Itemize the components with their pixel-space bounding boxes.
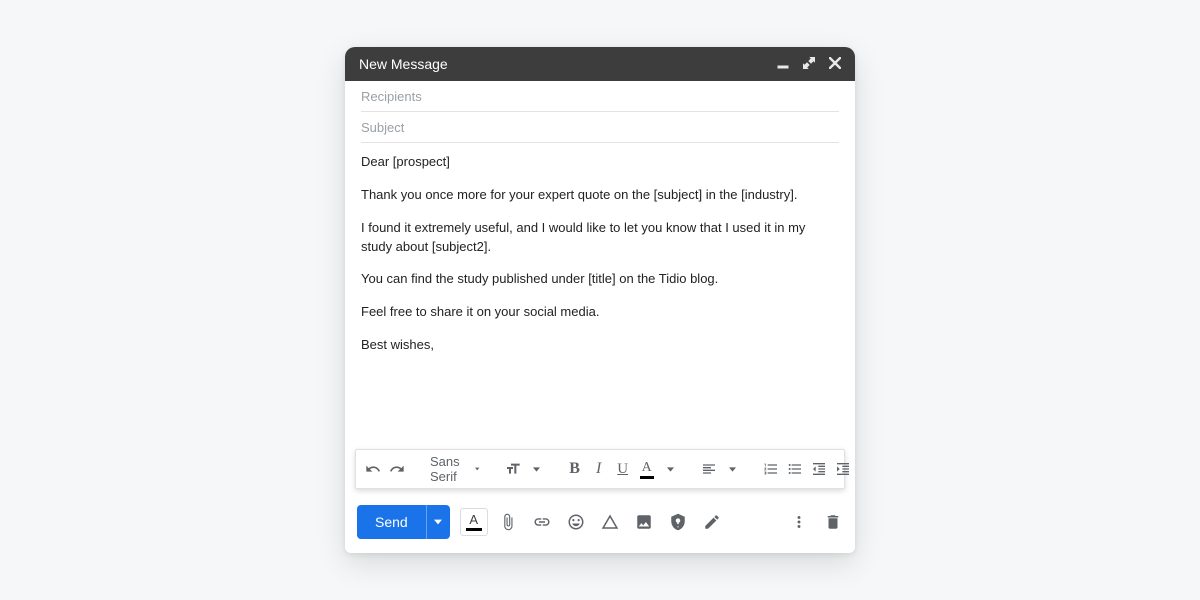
attach-file-icon[interactable]: [498, 512, 518, 532]
compose-window: New Message Recipients Subject Dear [pro…: [345, 47, 855, 553]
action-bar: Send A: [345, 497, 855, 553]
send-options-button[interactable]: [426, 505, 450, 539]
redo-icon[interactable]: [386, 456, 408, 482]
bold-button[interactable]: B: [564, 456, 586, 482]
align-icon[interactable]: [698, 456, 720, 482]
send-button[interactable]: Send: [357, 505, 426, 539]
compose-right-tools: [789, 512, 843, 532]
window-title: New Message: [359, 56, 448, 72]
more-options-icon[interactable]: [789, 512, 809, 532]
insert-emoji-icon[interactable]: [566, 512, 586, 532]
minimize-icon[interactable]: [777, 56, 789, 72]
italic-button[interactable]: I: [588, 456, 610, 482]
font-family-select[interactable]: Sans Serif: [424, 454, 486, 484]
insert-photo-icon[interactable]: [634, 512, 654, 532]
title-bar: New Message: [345, 47, 855, 81]
font-size-icon[interactable]: [502, 456, 524, 482]
window-controls: [777, 56, 841, 72]
body-paragraph: Feel free to share it on your social med…: [361, 303, 839, 322]
text-color-button[interactable]: A: [636, 456, 658, 482]
insert-link-icon[interactable]: [532, 512, 552, 532]
font-size-menu-icon[interactable]: [526, 456, 548, 482]
body-paragraph: Dear [prospect]: [361, 153, 839, 172]
confidential-mode-icon[interactable]: [668, 512, 688, 532]
body-paragraph: You can find the study published under […: [361, 270, 839, 289]
undo-icon[interactable]: [362, 456, 384, 482]
compose-tools: [498, 512, 722, 532]
insert-signature-icon[interactable]: [702, 512, 722, 532]
indent-increase-icon[interactable]: [832, 456, 854, 482]
header-fields: Recipients Subject: [345, 81, 855, 143]
discard-draft-icon[interactable]: [823, 512, 843, 532]
body-paragraph: Thank you once more for your expert quot…: [361, 186, 839, 205]
message-body[interactable]: Dear [prospect] Thank you once more for …: [345, 143, 855, 443]
indent-decrease-icon[interactable]: [808, 456, 830, 482]
close-icon[interactable]: [829, 56, 841, 72]
body-paragraph: I found it extremely useful, and I would…: [361, 219, 839, 257]
expand-icon[interactable]: [803, 56, 815, 72]
underline-button[interactable]: U: [612, 456, 634, 482]
bulleted-list-icon[interactable]: [784, 456, 806, 482]
subject-field[interactable]: Subject: [361, 112, 839, 143]
recipients-field[interactable]: Recipients: [361, 81, 839, 112]
insert-drive-icon[interactable]: [600, 512, 620, 532]
numbered-list-icon[interactable]: [760, 456, 782, 482]
send-group: Send: [357, 505, 450, 539]
align-menu-icon[interactable]: [722, 456, 744, 482]
text-color-menu-icon[interactable]: [660, 456, 682, 482]
formatting-toolbar: Sans Serif B I U A: [355, 449, 845, 489]
font-family-label: Sans Serif: [430, 454, 463, 484]
body-paragraph: Best wishes,: [361, 336, 839, 355]
formatting-options-button[interactable]: A: [460, 508, 488, 536]
